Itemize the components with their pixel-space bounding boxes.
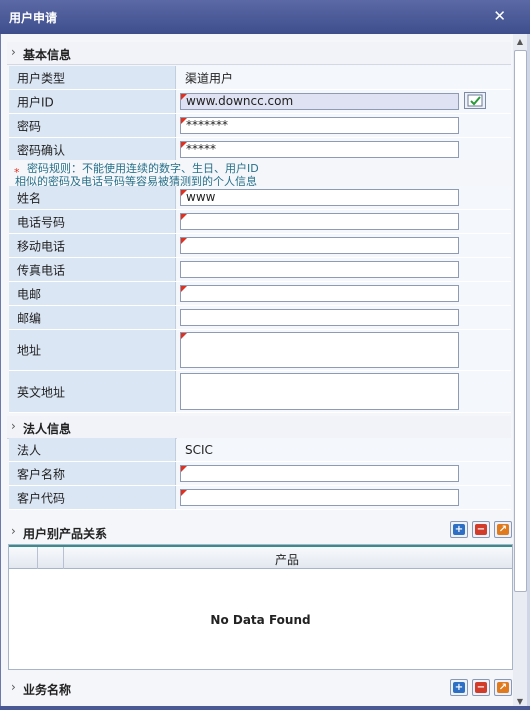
field-label: 密码确认 [17,143,66,157]
field-label: 移动电话 [17,239,66,253]
row-name: 姓名 www [9,186,511,210]
chevron-right-icon: › [11,419,16,433]
required-marker [181,286,187,292]
required-marker [181,190,187,196]
field-label: 密码 [17,119,42,133]
close-icon[interactable]: ✕ [493,7,506,25]
grid-column-header[interactable]: 产品 [275,551,299,568]
window-bottom-border [0,706,530,710]
scrollbar-thumb[interactable] [514,50,527,592]
row-customer-name: 客户名称 [9,462,511,486]
scroll-up-icon[interactable]: ▲ [514,36,526,48]
row-mobile: 移动电话 [9,234,511,258]
delete-icon: − [475,682,487,693]
grid-column-divider [37,547,38,569]
add-icon: + [453,524,465,535]
required-marker [181,466,187,472]
row-user-id: 用户ID www.downcc.com [9,90,511,114]
required-marker [181,142,187,148]
form-content: › 基本信息 用户类型 渠道用户 用户ID www.downcc.com 密码 … [0,34,513,710]
window-title: 用户申请 [9,11,58,25]
delete-icon: − [475,524,487,535]
row-address: 地址 [9,330,511,371]
fax-input[interactable] [180,261,459,278]
section-business-name[interactable]: › 业务名称 + − ↗ [7,677,512,699]
required-marker [181,333,187,339]
address-textarea[interactable] [180,332,459,368]
export-button[interactable]: ↗ [494,521,512,538]
row-en-address: 英文地址 [9,371,511,413]
zip-input[interactable] [180,309,459,326]
field-label: 邮编 [17,311,42,325]
user-id-input[interactable]: www.downcc.com [180,93,459,110]
chevron-right-icon: › [11,680,16,694]
field-label: 英文地址 [17,385,66,399]
customer-name-input[interactable] [180,465,459,482]
field-label: 姓名 [17,191,42,205]
section-title: 业务名称 [23,683,72,697]
add-row-button[interactable]: + [450,521,468,538]
product-grid: 产品 No Data Found [8,544,513,670]
en-address-textarea[interactable] [180,373,459,410]
export-icon: ↗ [497,682,509,693]
user-type-value: 渠道用户 [185,71,234,85]
field-label: 传真电话 [17,263,66,277]
row-email: 电邮 [9,282,511,306]
check-id-button[interactable] [464,92,486,109]
email-input[interactable] [180,285,459,302]
required-marker [181,118,187,124]
row-customer-code: 客户代码 [9,486,511,510]
section-title: 法人信息 [23,422,72,436]
section-legal-info[interactable]: › 法人信息 [7,416,511,439]
required-marker [181,238,187,244]
password-input[interactable]: ******* [180,117,459,134]
mobile-input[interactable] [180,237,459,254]
delete-row-button[interactable]: − [472,521,490,538]
required-marker [181,214,187,220]
required-marker [181,490,187,496]
row-user-type: 用户类型 渠道用户 [9,66,511,90]
phone-input[interactable] [180,213,459,230]
required-marker [181,94,187,100]
section-product-relation[interactable]: › 用户别产品关系 + − ↗ [7,521,512,543]
field-label: 用户类型 [17,71,66,85]
add-icon: + [453,682,465,693]
check-icon [467,94,483,107]
vertical-scrollbar[interactable]: ▲ ▼ [512,34,527,710]
legal-person-value: SCIC [185,442,213,457]
row-password: 密码 ******* [9,114,511,138]
field-label: 地址 [17,343,42,358]
window-title-bar: 用户申请 ✕ [0,0,530,34]
export-button[interactable]: ↗ [494,679,512,696]
name-input[interactable]: www [180,189,459,206]
chevron-right-icon: › [11,524,16,538]
delete-row-button[interactable]: − [472,679,490,696]
field-label: 客户名称 [17,467,66,481]
section-basic-info[interactable]: › 基本信息 [7,42,511,65]
grid-column-divider [63,547,64,569]
password-rule-hint: * 密码规则：不能使用连续的数字、生日、用户ID 相似的密码及电话号码等容易被猜… [9,160,511,188]
row-fax: 传真电话 [9,258,511,282]
customer-code-input[interactable] [180,489,459,506]
grid-header: 产品 [9,545,512,569]
field-label: 客户代码 [17,491,66,505]
field-label: 电邮 [17,287,42,301]
field-label: 用户ID [17,95,54,109]
password-confirm-input[interactable]: ***** [180,141,459,158]
field-label: 法人 [17,443,42,457]
add-row-button[interactable]: + [450,679,468,696]
row-legal-person: 法人 SCIC [9,438,511,462]
row-zip: 邮编 [9,306,511,330]
row-password-confirm: 密码确认 ***** [9,138,511,162]
row-phone: 电话号码 [9,210,511,234]
grid-empty-message: No Data Found [210,613,311,627]
field-label: 电话号码 [17,215,66,229]
section-title: 基本信息 [23,48,72,62]
section-title: 用户别产品关系 [23,527,108,541]
chevron-right-icon: › [11,45,16,59]
export-icon: ↗ [497,524,509,535]
